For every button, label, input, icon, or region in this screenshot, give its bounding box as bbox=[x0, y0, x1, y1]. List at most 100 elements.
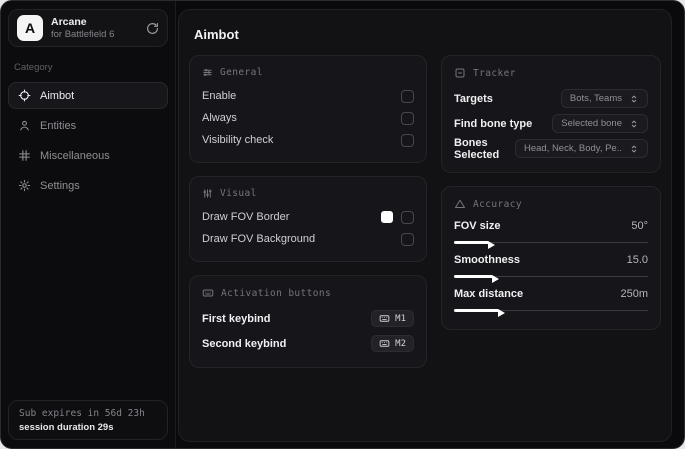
keyboard-icon bbox=[379, 313, 390, 324]
setting-label: Second keybind bbox=[202, 337, 287, 350]
max-distance-slider[interactable] bbox=[454, 305, 648, 317]
slider-label: FOV size bbox=[454, 220, 501, 232]
setting-row-find-bone-type: Find bone type Selected bone bbox=[454, 111, 648, 136]
setting-label: Always bbox=[202, 112, 237, 124]
crosshair-icon bbox=[18, 89, 31, 102]
tracker-card-header: Tracker bbox=[454, 67, 648, 79]
chevrons-up-down-icon bbox=[629, 119, 639, 129]
setting-row-first-keybind: First keybind M1 bbox=[202, 306, 414, 331]
sidebar-item-entities[interactable]: Entities bbox=[8, 112, 168, 139]
chevrons-up-down-icon bbox=[629, 144, 639, 154]
slider-fill bbox=[454, 274, 499, 283]
sidebar-nav: Aimbot Entities Miscellaneous Settings bbox=[8, 82, 168, 199]
slider-value: 50° bbox=[631, 220, 648, 232]
activation-card-header: Activation buttons bbox=[202, 287, 414, 299]
setting-row-draw-fov-background: Draw FOV Background bbox=[202, 228, 414, 250]
app-subtitle: for Battlefield 6 bbox=[51, 28, 115, 40]
gauge-triangle-icon bbox=[454, 198, 466, 210]
setting-row-bones-selected: Bones Selected Head, Neck, Body, Pe.. bbox=[454, 136, 648, 161]
fov-border-color-swatch[interactable] bbox=[381, 211, 393, 223]
sidebar-item-label: Settings bbox=[40, 179, 80, 192]
setting-row-second-keybind: Second keybind M2 bbox=[202, 331, 414, 356]
sidebar-item-label: Miscellaneous bbox=[40, 149, 110, 162]
setting-row-always: Always bbox=[202, 107, 414, 129]
setting-label: Targets bbox=[454, 92, 493, 105]
slider-thumb[interactable] bbox=[491, 275, 499, 283]
setting-row-enable: Enable bbox=[202, 85, 414, 107]
accuracy-card-header: Accuracy bbox=[454, 198, 648, 210]
keyboard-icon bbox=[202, 287, 214, 299]
setting-label: Bones Selected bbox=[454, 136, 500, 161]
grid-icon bbox=[18, 149, 31, 162]
sidebar-item-aimbot[interactable]: Aimbot bbox=[8, 82, 168, 109]
brand-text: Arcane for Battlefield 6 bbox=[51, 16, 114, 41]
slider-value: 250m bbox=[620, 288, 648, 300]
visual-card-title: Visual bbox=[220, 188, 257, 199]
scan-minus-icon bbox=[454, 67, 466, 79]
left-column: General Enable Always Visibility check V… bbox=[189, 55, 427, 368]
sliders-icon bbox=[202, 67, 213, 78]
first-keybind-button[interactable]: M1 bbox=[371, 310, 414, 327]
sidebar-item-settings[interactable]: Settings bbox=[8, 172, 168, 199]
slider-label-row: FOV size 50° bbox=[454, 217, 648, 235]
sync-icon[interactable] bbox=[146, 22, 159, 35]
dropdown-value: Head, Neck, Body, Pe.. bbox=[523, 143, 622, 154]
setting-label: First keybind bbox=[202, 312, 271, 325]
setting-row-visibility-check: Visibility check bbox=[202, 129, 414, 151]
session-duration-text: session duration 29s bbox=[19, 422, 114, 433]
slider-label-row: Max distance 250m bbox=[454, 285, 648, 303]
app-window: A Arcane for Battlefield 6 Category Aimb… bbox=[0, 0, 685, 449]
app-title: Arcane bbox=[51, 15, 87, 28]
entities-icon bbox=[18, 119, 31, 132]
sub-expiry-text: Sub expires in 56d 23h bbox=[19, 408, 145, 419]
sidebar-item-label: Aimbot bbox=[40, 89, 75, 102]
sidebar: A Arcane for Battlefield 6 Category Aimb… bbox=[1, 1, 176, 448]
targets-dropdown[interactable]: Bots, Teams bbox=[560, 89, 648, 108]
setting-row-draw-fov-border: Draw FOV Border bbox=[202, 206, 414, 228]
enable-checkbox[interactable] bbox=[401, 89, 414, 103]
setting-label: Visibility check bbox=[202, 134, 274, 146]
logo-letter: A bbox=[24, 20, 36, 36]
visual-card: Visual Draw FOV Border Draw FOV Backgrou… bbox=[189, 176, 427, 262]
sidebar-item-label: Entities bbox=[40, 119, 77, 132]
accuracy-card: Accuracy FOV size 50° Smoothness 15.0 Ma… bbox=[441, 186, 661, 330]
sidebar-item-miscellaneous[interactable]: Miscellaneous bbox=[8, 142, 168, 169]
subscription-info-box: Sub expires in 56d 23h session duration … bbox=[8, 400, 168, 440]
find-bone-type-dropdown[interactable]: Selected bone bbox=[552, 114, 648, 133]
slider-value: 15.0 bbox=[626, 254, 648, 266]
slider-thumb[interactable] bbox=[487, 241, 495, 249]
gear-icon bbox=[18, 179, 31, 192]
visibility-check-checkbox[interactable] bbox=[401, 133, 414, 147]
slider-thumb[interactable] bbox=[497, 309, 505, 317]
setting-label: Draw FOV Background bbox=[202, 233, 316, 245]
dropdown-value: Bots, Teams bbox=[569, 93, 622, 104]
app-logo: A bbox=[17, 15, 43, 41]
general-card-header: General bbox=[202, 67, 414, 78]
columns: General Enable Always Visibility check V… bbox=[189, 55, 661, 368]
second-keybind-button[interactable]: M2 bbox=[371, 335, 414, 352]
accuracy-card-title: Accuracy bbox=[473, 198, 522, 210]
slider-label: Smoothness bbox=[454, 254, 521, 266]
page-title: Aimbot bbox=[194, 27, 239, 42]
max-distance-slider-group: Max distance 250m bbox=[454, 285, 648, 317]
main-area: Aimbot General Enable Always Visibility … bbox=[176, 1, 684, 448]
draw-fov-border-checkbox[interactable] bbox=[401, 210, 414, 224]
right-column: Tracker Targets Bots, Teams Find bone ty… bbox=[441, 55, 661, 330]
keybind-value: M2 bbox=[395, 338, 406, 349]
sliders-vertical-icon bbox=[202, 188, 213, 199]
dropdown-value: Selected bone bbox=[561, 118, 622, 129]
always-checkbox[interactable] bbox=[401, 111, 414, 125]
slider-fill bbox=[454, 240, 495, 249]
smoothness-slider[interactable] bbox=[454, 271, 648, 283]
setting-label: Find bone type bbox=[454, 117, 533, 130]
bones-selected-dropdown[interactable]: Head, Neck, Body, Pe.. bbox=[514, 139, 648, 158]
fov-size-slider[interactable] bbox=[454, 237, 648, 249]
general-card: General Enable Always Visibility check bbox=[189, 55, 427, 163]
tracker-card: Tracker Targets Bots, Teams Find bone ty… bbox=[441, 55, 661, 173]
visual-card-header: Visual bbox=[202, 188, 414, 199]
draw-fov-background-checkbox[interactable] bbox=[401, 232, 414, 246]
slider-label: Max distance bbox=[454, 288, 524, 300]
keyboard-icon bbox=[379, 338, 390, 349]
activation-buttons-card: Activation buttons First keybind M1 Seco… bbox=[189, 275, 427, 368]
brand-card: A Arcane for Battlefield 6 bbox=[8, 9, 168, 47]
